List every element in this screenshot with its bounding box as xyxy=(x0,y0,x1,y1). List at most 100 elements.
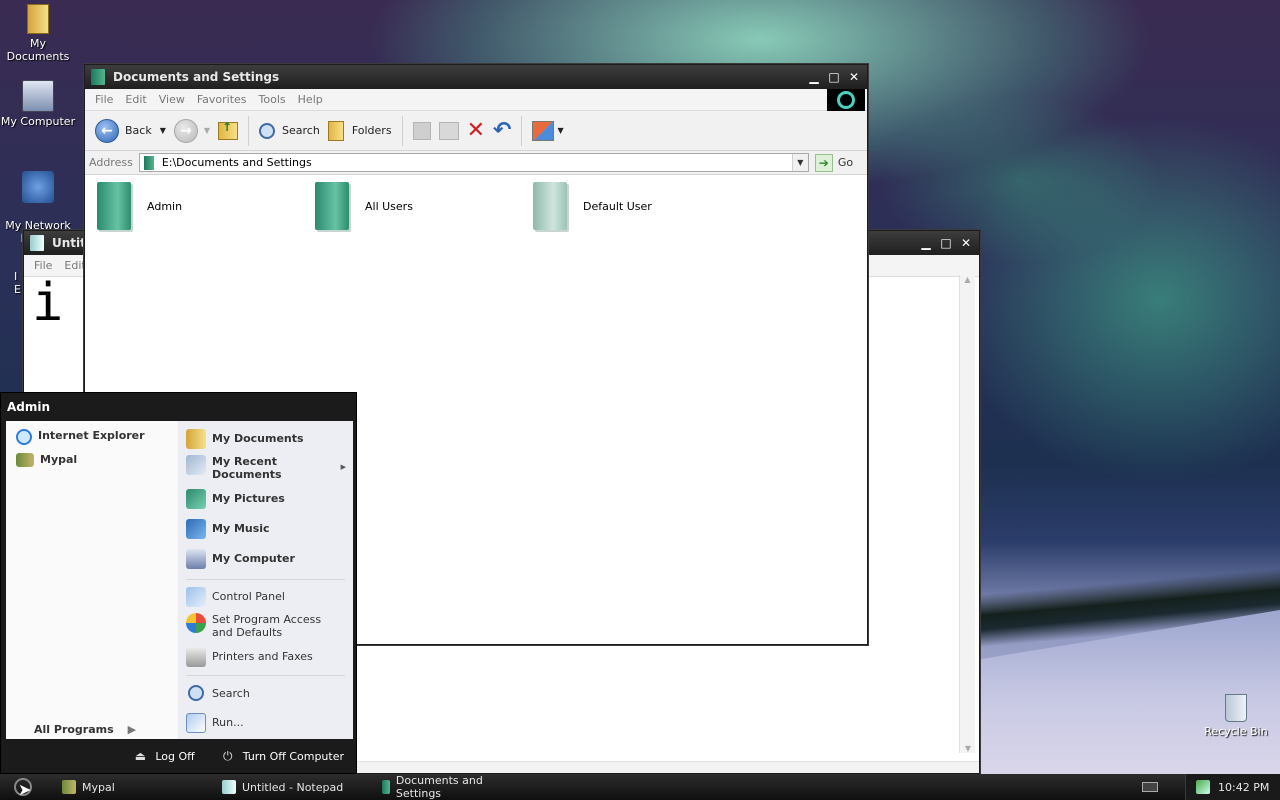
explorer-window-controls: ▁ □ ✕ xyxy=(807,70,861,84)
folder-label: Default User xyxy=(583,199,652,213)
start-item-set-program-access[interactable]: Set Program Access and Defaults xyxy=(186,613,346,639)
address-dropdown-icon[interactable]: ▼ xyxy=(791,154,808,171)
folder-item-admin[interactable]: Admin xyxy=(97,182,182,230)
move-to-icon xyxy=(412,121,431,140)
folder-label: Admin xyxy=(147,199,183,213)
start-item-my-music[interactable]: My Music xyxy=(186,519,270,539)
toolbar-separator xyxy=(521,115,523,146)
scroll-down-icon[interactable]: ▼ xyxy=(960,744,976,753)
turn-off-label: Turn Off Computer xyxy=(242,749,344,763)
folder-icon xyxy=(533,182,567,230)
desktop-icon-my-computer[interactable]: My Computer xyxy=(0,80,76,128)
search-label: Search xyxy=(282,124,320,137)
desktop-icon-my-documents[interactable]: My Documents xyxy=(0,4,76,63)
menu-favorites[interactable]: Favorites xyxy=(191,93,253,106)
start-item-my-pictures[interactable]: My Pictures xyxy=(186,489,285,509)
desktop-icon-recycle-bin[interactable]: Recycle Bin xyxy=(1198,694,1274,738)
start-menu-left-pane: Internet Explorer Mypal All Programs ▶ xyxy=(6,421,178,739)
menu-view[interactable]: View xyxy=(153,93,191,106)
explorer-titlebar[interactable]: Documents and Settings ▁ □ ✕ xyxy=(85,65,867,89)
notepad-text-content[interactable]: i xyxy=(32,275,63,331)
views-button[interactable]: ▼ xyxy=(528,116,567,146)
menu-tools[interactable]: Tools xyxy=(253,93,292,106)
folders-button[interactable]: Folders xyxy=(324,116,396,146)
explorer-toolbar: ← Back ▼ → ▼ ↑ Search Folders ✕ ↶ ▼ xyxy=(85,111,867,151)
maximize-icon[interactable]: □ xyxy=(827,70,841,84)
network-tray-icon[interactable] xyxy=(1196,780,1210,794)
menu-edit[interactable]: Edit xyxy=(119,93,152,106)
my-documents-icon xyxy=(186,429,206,449)
keyboard-tray-icon[interactable] xyxy=(1142,782,1158,792)
turn-off-button[interactable]: ⏻ Turn Off Computer xyxy=(221,749,344,763)
my-documents-icon xyxy=(27,4,49,34)
back-button[interactable]: ← Back ▼ xyxy=(91,116,170,146)
views-icon xyxy=(532,120,555,141)
address-input[interactable]: E:\Documents and Settings ▼ xyxy=(138,153,809,172)
forward-button[interactable]: → ▼ xyxy=(170,116,214,146)
undo-button[interactable]: ↶ xyxy=(489,116,515,146)
start-item-label: My Pictures xyxy=(212,492,285,505)
notepad-icon xyxy=(30,235,44,251)
search-button[interactable]: Search xyxy=(255,116,324,146)
start-item-run[interactable]: Run... xyxy=(186,713,244,733)
start-item-my-recent-documents[interactable]: My Recent Documents ▶ xyxy=(186,455,346,481)
taskbar-button-mypal[interactable]: Mypal xyxy=(56,777,206,797)
internet-explorer-icon xyxy=(16,429,32,445)
copy-to-button[interactable] xyxy=(435,116,463,146)
minimize-icon[interactable]: ▁ xyxy=(919,236,933,250)
start-item-search[interactable]: Search xyxy=(186,685,250,701)
notepad-menu-file[interactable]: File xyxy=(28,259,58,272)
taskbar-button-notepad[interactable]: Untitled - Notepad xyxy=(216,777,366,797)
menu-help[interactable]: Help xyxy=(292,93,329,106)
start-item-printers-and-faxes[interactable]: Printers and Faxes xyxy=(186,647,313,667)
folder-icon xyxy=(315,182,349,230)
close-icon[interactable]: ✕ xyxy=(959,236,973,250)
start-item-my-documents[interactable]: My Documents xyxy=(186,429,304,449)
all-programs-arrow-icon: ▶ xyxy=(127,723,137,736)
copy-to-icon xyxy=(438,121,459,140)
folder-item-default-user[interactable]: Default User xyxy=(533,182,652,230)
folders-label: Folders xyxy=(351,124,392,137)
search-icon xyxy=(259,122,276,139)
log-off-icon: ⏏ xyxy=(134,749,147,763)
taskbar-button-explorer[interactable]: Documents and Settings xyxy=(376,774,530,800)
menu-file[interactable]: File xyxy=(89,93,119,106)
folder-icon xyxy=(91,69,105,85)
minimize-icon[interactable]: ▁ xyxy=(807,70,821,84)
dropdown-arrow-icon[interactable]: ▼ xyxy=(160,126,166,135)
dropdown-arrow-icon[interactable]: ▼ xyxy=(204,126,210,135)
up-folder-button[interactable]: ↑ xyxy=(214,116,242,146)
my-music-icon xyxy=(186,519,206,539)
folder-item-all-users[interactable]: All Users xyxy=(315,182,413,230)
dropdown-arrow-icon[interactable]: ▼ xyxy=(557,126,563,135)
undo-icon: ↶ xyxy=(493,117,512,143)
start-item-my-computer[interactable]: My Computer xyxy=(186,549,295,569)
system-tray: 10:42 PM xyxy=(1185,774,1280,800)
notepad-scrollbar[interactable]: ▲ ▼ xyxy=(959,275,975,753)
all-programs-button[interactable]: All Programs ▶ xyxy=(34,723,136,736)
start-item-label: My Music xyxy=(212,522,270,535)
my-computer-icon xyxy=(22,80,54,112)
notepad-icon xyxy=(222,780,236,794)
desktop-icon-label: My Computer xyxy=(0,115,76,128)
move-to-button[interactable] xyxy=(409,116,435,146)
start-item-label: My Documents xyxy=(212,432,304,445)
network-places-icon xyxy=(22,171,54,203)
toolbar-separator xyxy=(401,115,403,146)
log-off-label: Log Off xyxy=(155,749,195,763)
maximize-icon[interactable]: □ xyxy=(939,236,953,250)
close-icon[interactable]: ✕ xyxy=(847,70,861,84)
start-menu: Admin Internet Explorer Mypal All Progra… xyxy=(0,392,357,774)
forward-arrow-icon: → xyxy=(173,118,198,143)
scroll-up-icon[interactable]: ▲ xyxy=(960,275,975,284)
start-item-internet-explorer[interactable]: Internet Explorer xyxy=(16,429,145,445)
clock[interactable]: 10:42 PM xyxy=(1218,781,1269,794)
start-item-mypal[interactable]: Mypal xyxy=(16,453,77,467)
desktop-partial-icon-label: I E xyxy=(14,270,21,296)
go-button[interactable]: ➔ Go xyxy=(814,153,853,172)
all-programs-label: All Programs xyxy=(34,723,114,736)
delete-button[interactable]: ✕ xyxy=(463,116,489,146)
log-off-button[interactable]: ⏏ Log Off xyxy=(133,749,195,763)
start-item-control-panel[interactable]: Control Panel xyxy=(186,587,285,607)
back-label: Back xyxy=(125,124,152,137)
